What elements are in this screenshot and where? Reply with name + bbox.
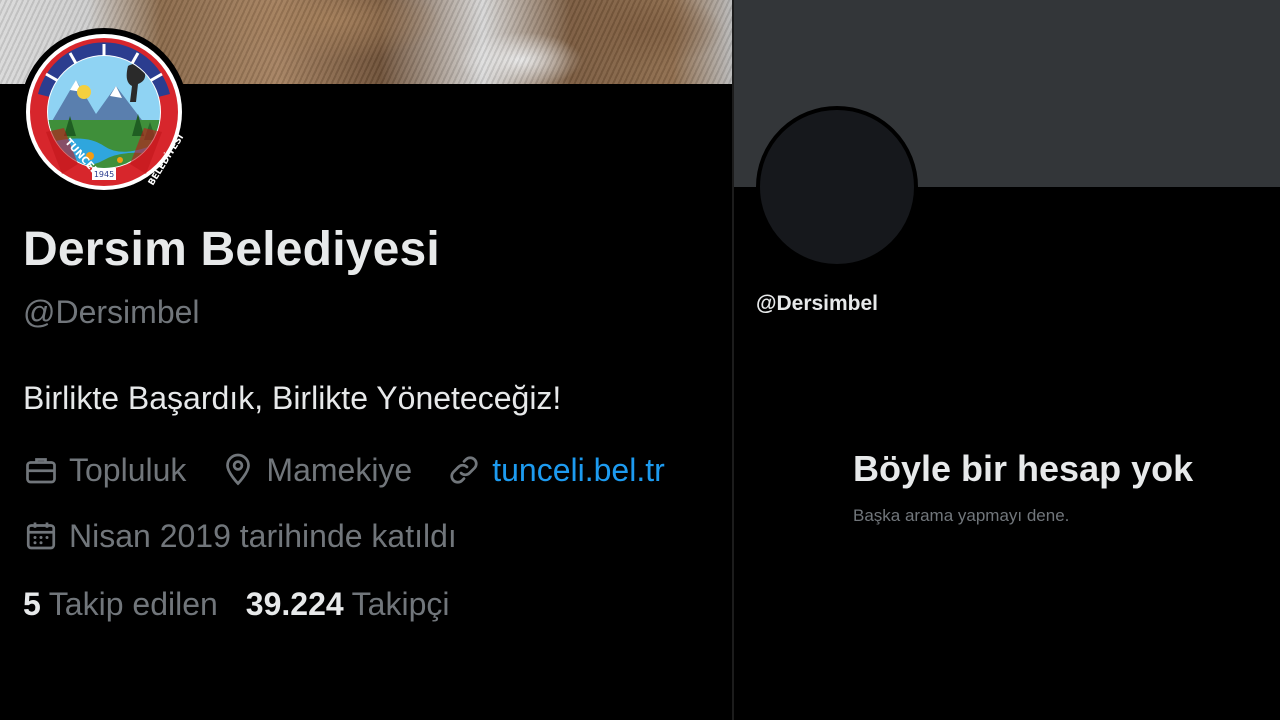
profile-website-link[interactable]: tunceli.bel.tr [492, 452, 665, 489]
municipality-logo: TUNCELİ BELEDİYESİ 1945 [26, 34, 184, 190]
account-not-found-subtitle: Başka arama yapmayı dene. [853, 506, 1070, 525]
followers-count: 39.224 [245, 586, 344, 622]
empty-avatar [756, 106, 918, 268]
followers-label: Takipçi [351, 586, 450, 622]
link-icon [450, 456, 478, 484]
missing-account-handle: @Dersimbel [756, 292, 879, 315]
profile-joined-row: Nisan 2019 tarihinde katıldı [23, 514, 491, 558]
profile-handle: @Dersimbel [23, 294, 200, 330]
map-pin-icon [226, 453, 251, 486]
missing-account-panel: @Dersimbel Böyle bir hesap yok Başka ara… [734, 0, 1280, 720]
account-not-found-title: Böyle bir hesap yok [853, 448, 1194, 489]
followers-link[interactable]: 39.224 Takipçi [246, 586, 450, 623]
profile-location-text: Mamekiye [266, 451, 413, 488]
profile-avatar[interactable]: TUNCELİ BELEDİYESİ 1945 [20, 28, 188, 196]
following-label: Takip edilen [48, 586, 218, 622]
calendar-icon [26, 522, 56, 550]
profile-display-name: Dersim Belediyesi [23, 223, 440, 276]
briefcase-icon [26, 458, 56, 484]
logo-year: 1945 [94, 170, 114, 179]
following-link[interactable]: 5 Takip edilen [23, 586, 218, 623]
profile-panel: TUNCELİ BELEDİYESİ 1945 Dersim Belediyes… [0, 0, 732, 720]
profile-category-text: Topluluk [69, 451, 187, 488]
profile-meta-row: Topluluk Mamekiye tunceli.bel.tr [23, 448, 699, 492]
screenshot-composite: TUNCELİ BELEDİYESİ 1945 Dersim Belediyes… [0, 0, 1280, 720]
profile-website[interactable]: tunceli.bel.tr [446, 452, 665, 489]
profile-joined-text: Nisan 2019 tarihinde katıldı [69, 517, 457, 554]
profile-stats: 5 Takip edilen 39.224 Takipçi [23, 586, 477, 623]
profile-category: Topluluk [23, 452, 186, 489]
profile-bio: Birlikte Başardık, Birlikte Yöneteceğiz! [23, 380, 562, 416]
profile-joined: Nisan 2019 tarihinde katıldı [23, 518, 457, 555]
profile-location: Mamekiye [220, 452, 412, 489]
following-count: 5 [23, 586, 41, 622]
